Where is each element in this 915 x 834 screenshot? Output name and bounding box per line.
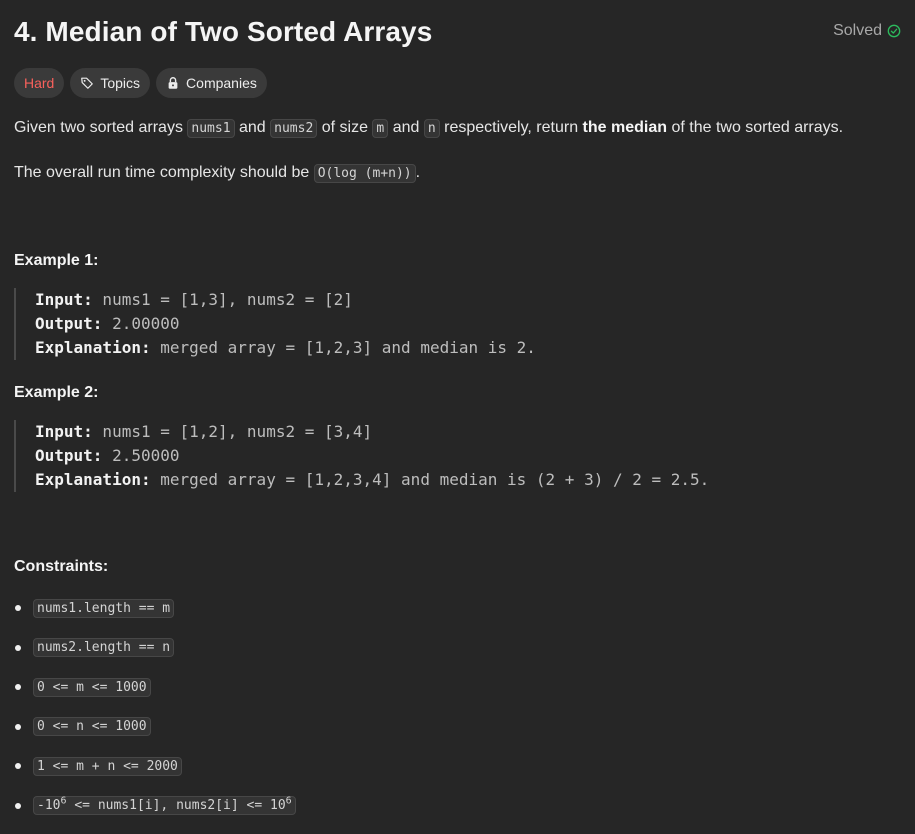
text: of size [317, 119, 373, 136]
bullet [15, 723, 21, 730]
example-1-block: Input: nums1 = [1,3], nums2 = [2] Output… [14, 288, 901, 360]
constraint-item: 0 <= m <= 1000 [14, 675, 901, 699]
example-2-title: Example 2: [14, 384, 99, 401]
companies-button[interactable]: Companies [156, 68, 267, 98]
inline-code: m [372, 119, 389, 138]
constraint-item: -106 <= nums1[i], nums2[i] <= 106 [14, 794, 901, 818]
constraint-item: 0 <= n <= 1000 [14, 715, 901, 739]
inline-code: n [423, 119, 440, 138]
solved-label: Solved [833, 22, 882, 39]
example-output: Output: 2.00000 [35, 312, 901, 336]
text: of the two sorted arrays. [667, 119, 844, 136]
text: and [234, 119, 271, 136]
text: and [388, 119, 424, 136]
solved-status: Solved [833, 22, 901, 40]
constraints-title: Constraints: [14, 558, 109, 575]
superscript: 6 [285, 795, 292, 807]
topics-label: Topics [100, 75, 141, 91]
output-value: 2.00000 [102, 314, 180, 333]
text: <= nums1[i], nums2[i] <= 10 [66, 798, 286, 813]
text: Given two sorted arrays [14, 119, 188, 136]
example-explanation: Explanation: merged array = [1,2,3,4] an… [35, 468, 901, 492]
output-label: Output: [35, 314, 103, 333]
constraint-code: -106 <= nums1[i], nums2[i] <= 106 [33, 796, 296, 815]
example-2-block: Input: nums1 = [1,2], nums2 = [3,4] Outp… [14, 420, 901, 492]
constraint-item: nums2.length == n [14, 636, 901, 660]
tag-icon [81, 77, 94, 89]
input-label: Input: [35, 422, 93, 441]
bullet [15, 763, 21, 769]
bullet [15, 802, 21, 809]
explanation-label: Explanation: [35, 338, 151, 357]
bullet [15, 684, 21, 690]
check-circle-icon [887, 24, 901, 38]
input-value: nums1 = [1,2], nums2 = [3,4] [92, 422, 373, 441]
explanation-value: merged array = [1,2,3,4] and median is (… [150, 470, 710, 489]
description-paragraph-2: The overall run time complexity should b… [14, 161, 901, 186]
example-1-title: Example 1: [14, 252, 99, 269]
output-value: 2.50000 [102, 446, 180, 465]
constraint-code: 1 <= m + n <= 2000 [33, 756, 182, 776]
example-input: Input: nums1 = [1,3], nums2 = [2] [35, 288, 901, 312]
explanation-label: Explanation: [35, 470, 151, 489]
constraint-code: nums1.length == m [33, 598, 175, 618]
bullet [15, 605, 21, 611]
constraint-item: nums1.length == m [14, 596, 901, 620]
constraint-code: 0 <= n <= 1000 [33, 717, 151, 736]
bullet [15, 644, 21, 651]
inline-code: nums2 [270, 119, 318, 138]
constraint-code: nums2.length == n [33, 638, 175, 657]
constraint-code: 0 <= m <= 1000 [33, 677, 151, 697]
text: -10 [37, 798, 61, 813]
constraints-list: nums1.length == m nums2.length == n 0 <=… [14, 596, 901, 818]
explanation-value: merged array = [1,2,3] and median is 2. [150, 338, 536, 357]
text: respectively, return [439, 119, 583, 136]
problem-title[interactable]: 4. Median of Two Sorted Arrays [14, 14, 432, 50]
tag-row: Hard Topics Companies [14, 68, 901, 98]
example-input: Input: nums1 = [1,2], nums2 = [3,4] [35, 420, 901, 444]
lock-icon [168, 77, 178, 89]
problem-page: 4. Median of Two Sorted Arrays Solved Ha… [0, 0, 915, 834]
text: . [415, 164, 421, 181]
description-paragraph-1: Given two sorted arrays nums1 and nums2 … [14, 116, 901, 141]
inline-code: O(log (m+n)) [313, 164, 416, 183]
output-label: Output: [35, 446, 103, 465]
constraint-item: 1 <= m + n <= 2000 [14, 754, 901, 778]
example-explanation: Explanation: merged array = [1,2,3] and … [35, 336, 901, 360]
topics-button[interactable]: Topics [70, 68, 151, 98]
difficulty-badge[interactable]: Hard [14, 68, 65, 98]
text: The overall run time complexity should b… [14, 164, 314, 181]
inline-code: nums1 [187, 119, 235, 138]
difficulty-label: Hard [24, 75, 55, 91]
bold-text: the median [582, 119, 668, 136]
companies-label: Companies [186, 75, 257, 91]
input-label: Input: [35, 290, 93, 309]
title-row: 4. Median of Two Sorted Arrays Solved [14, 0, 901, 50]
example-output: Output: 2.50000 [35, 444, 901, 468]
input-value: nums1 = [1,3], nums2 = [2] [92, 290, 353, 309]
